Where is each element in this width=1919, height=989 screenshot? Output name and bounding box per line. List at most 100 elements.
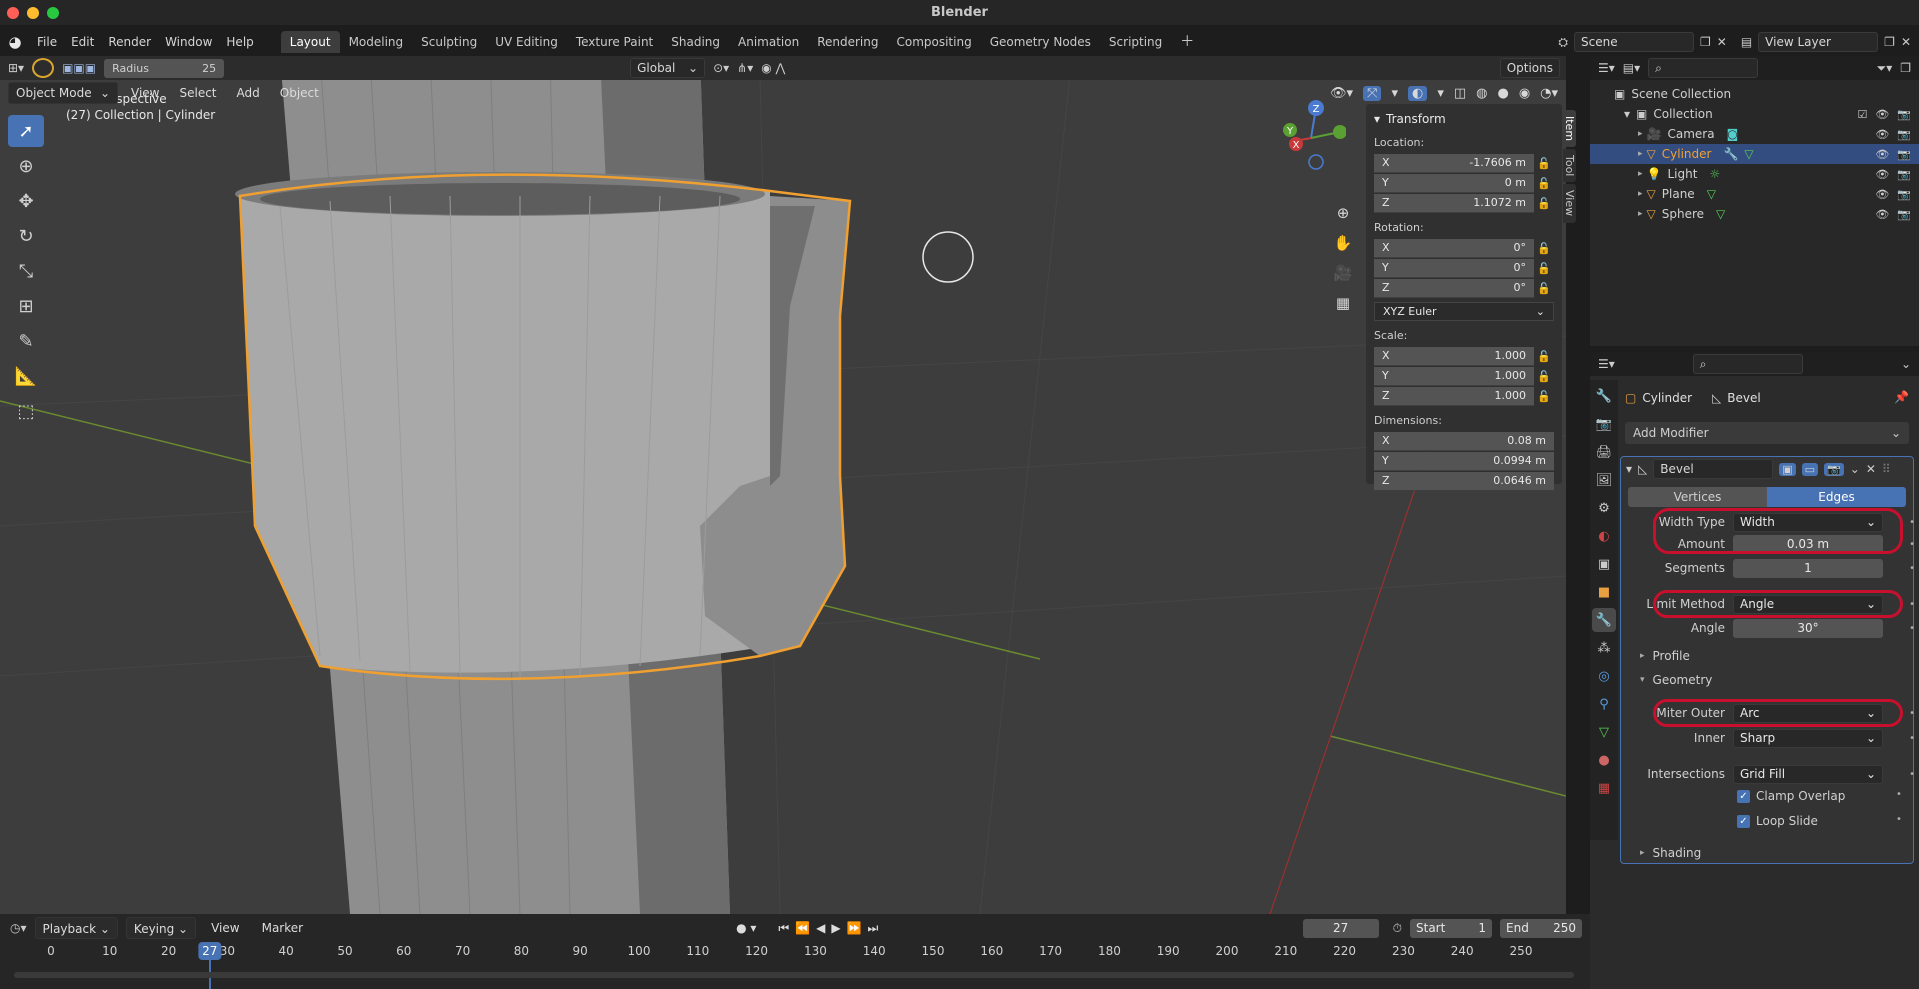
physics-props-icon[interactable]: ◎ [1592,664,1616,688]
select-tool-icon[interactable]: ➚ [8,115,44,147]
menu-window[interactable]: Window [158,32,219,52]
gizmo-dropdown-icon[interactable]: ▾ [1391,86,1398,101]
navigation-gizmo[interactable]: Z Y X [1276,96,1347,176]
eye-icon[interactable]: 👁 [1875,108,1889,121]
angle-field[interactable]: 30° [1733,618,1883,638]
tab-scripting[interactable]: Scripting [1100,31,1171,53]
object-props-icon[interactable]: ■ [1592,580,1616,604]
move-tool-icon[interactable]: ✥ [8,185,44,217]
lock-icon[interactable]: 🔓 [1534,262,1554,275]
lock-icon[interactable]: 🔓 [1534,390,1554,403]
keyframe-dot-icon[interactable]: • [1909,599,1915,610]
record-icon[interactable]: ● ▾ [736,921,756,935]
scale-z-field[interactable]: Z 1.000 [1374,386,1534,406]
outliner-search-input[interactable]: ⌕ [1648,58,1759,78]
menu-object[interactable]: Object [273,82,326,104]
outliner-editor-icon[interactable]: ☰▾ [1598,61,1615,75]
timeline-ruler[interactable]: 0 10 20 30 40 50 60 70 80 90 100 110 120 130 140 150 160… [0,942,1580,989]
keyframe-dot-icon[interactable]: • [1909,708,1915,719]
outliner-item-cylinder[interactable]: ▸ ▽ Cylinder 🔧 ▽ 👁 📷 [1590,144,1919,164]
world-props-icon[interactable]: ◐ [1592,524,1616,548]
properties-search-input[interactable]: ⌕ [1692,354,1803,374]
menu-add[interactable]: Add [230,82,267,104]
lock-icon[interactable]: 🔓 [1534,370,1554,383]
delete-scene-icon[interactable]: ✕ [1717,35,1727,49]
dimensions-x-field[interactable]: X 0.08 m [1374,431,1554,451]
keyframe-dot-icon[interactable]: • [1896,814,1902,825]
camera-icon[interactable]: 📷 [1897,208,1911,221]
current-frame-field[interactable]: 27 [1302,918,1379,938]
eye-icon[interactable]: 👁 [1875,148,1889,161]
lock-icon[interactable]: 🔓 [1534,197,1554,210]
transform-header[interactable]: ▾ Transform [1374,110,1554,128]
camera-view-icon[interactable]: 🎥 [1332,258,1354,288]
render-toggle-icon[interactable]: 📷 [1824,462,1844,476]
options-button[interactable]: Options [1499,58,1560,78]
eye-icon[interactable]: 👁 [1875,128,1889,141]
orientation-dropdown[interactable]: Global ⌄ [630,58,706,78]
tab-tool[interactable]: Tool [1563,149,1576,183]
wireframe-shading-icon[interactable]: ◍ [1476,86,1487,101]
rotation-x-field[interactable]: X 0° [1374,238,1534,258]
vertices-button[interactable]: Vertices [1628,487,1767,507]
keyframe-dot-icon[interactable]: • [1909,517,1915,528]
select-mode-icons[interactable]: ▣▣▣ [62,61,96,75]
outliner-scene-collection[interactable]: ▣ Scene Collection [1590,84,1919,104]
clock-icon[interactable]: ⏱ [1393,921,1402,936]
inner-dropdown[interactable]: Sharp ⌄ [1733,728,1883,748]
edges-button[interactable]: Edges [1767,487,1906,507]
lock-icon[interactable]: 🔓 [1534,282,1554,295]
edit-mode-toggle-icon[interactable]: ▣ [1779,462,1796,476]
shading-subpanel[interactable]: ▸ Shading [1640,846,1701,860]
transform-tool-icon[interactable]: ⊞ [8,290,44,322]
rotation-mode-dropdown[interactable]: XYZ Euler ⌄ [1374,301,1554,321]
tab-layout[interactable]: Layout [280,31,340,53]
overlay-dropdown-icon[interactable]: ▾ [1437,86,1444,101]
marker-menu[interactable]: Marker [255,917,310,939]
outliner-collection[interactable]: ▾ ▣ Collection ☑ 👁 📷 [1590,104,1919,124]
keyframe-dot-icon[interactable]: • [1896,789,1902,800]
keyframe-dot-icon[interactable]: • [1909,733,1915,744]
particles-props-icon[interactable]: ⁂ [1592,636,1616,660]
eye-icon[interactable]: 👁 [1875,208,1889,221]
cursor-tool-icon[interactable]: ⊕ [8,150,44,182]
chevron-down-icon[interactable]: ⌄ [1901,357,1911,371]
location-y-field[interactable]: Y0 m [1374,173,1534,193]
tab-modeling[interactable]: Modeling [340,31,413,53]
tab-texture-paint[interactable]: Texture Paint [567,31,662,53]
keyframe-dot-icon[interactable]: • [1909,623,1915,634]
outliner-item-sphere[interactable]: ▸ ▽ Sphere ▽ 👁 📷 [1590,204,1919,224]
grid-view-icon[interactable]: ▦ [1332,288,1354,318]
outliner-item-camera[interactable]: ▸ 🎥 Camera ◙ 👁 📷 [1590,124,1919,144]
remove-modifier-icon[interactable]: ✕ [1866,462,1876,476]
collection-props-icon[interactable]: ▣ [1592,552,1616,576]
menu-help[interactable]: Help [219,32,260,52]
pivot-icon[interactable]: ⊙▾ [713,61,729,75]
snap-icon[interactable]: ⋔▾ [737,61,753,75]
material-props-icon[interactable]: ● [1592,748,1616,772]
data-props-icon[interactable]: ▽ [1592,720,1616,744]
lock-icon[interactable]: 🔓 [1534,350,1554,363]
keying-menu[interactable]: Keying ⌄ [125,917,197,939]
start-frame-field[interactable]: Start 1 [1410,918,1492,938]
camera-icon[interactable]: 📷 [1897,128,1911,141]
zoom-icon[interactable]: ⊕ [1332,198,1354,228]
properties-editor-icon[interactable]: ☰▾ [1598,357,1615,371]
visibility-icon[interactable]: 👁▾ [1330,86,1353,101]
3d-viewport[interactable]: User Perspective (27) Collection | Cylin… [0,56,1566,914]
lock-icon[interactable]: 🔓 [1534,242,1554,255]
blender-logo-icon[interactable]: ◕ [0,33,30,51]
tab-animation[interactable]: Animation [729,31,808,53]
tab-rendering[interactable]: Rendering [808,31,887,53]
xray-icon[interactable]: ◫ [1454,86,1466,101]
menu-edit[interactable]: Edit [64,32,101,52]
tool-props-icon[interactable]: 🔧 [1592,384,1616,408]
scale-y-field[interactable]: Y 1.000 [1374,366,1534,386]
eye-icon[interactable]: 👁 [1875,168,1889,181]
mode-dropdown[interactable]: Object Mode ⌄ [8,82,118,104]
material-shading-icon[interactable]: ◉ [1519,86,1530,101]
menu-file[interactable]: File [30,32,64,52]
drag-handle-icon[interactable]: ⠿ [1882,462,1891,476]
rotate-tool-icon[interactable]: ↻ [8,220,44,252]
camera-icon[interactable]: 📷 [1897,148,1911,161]
